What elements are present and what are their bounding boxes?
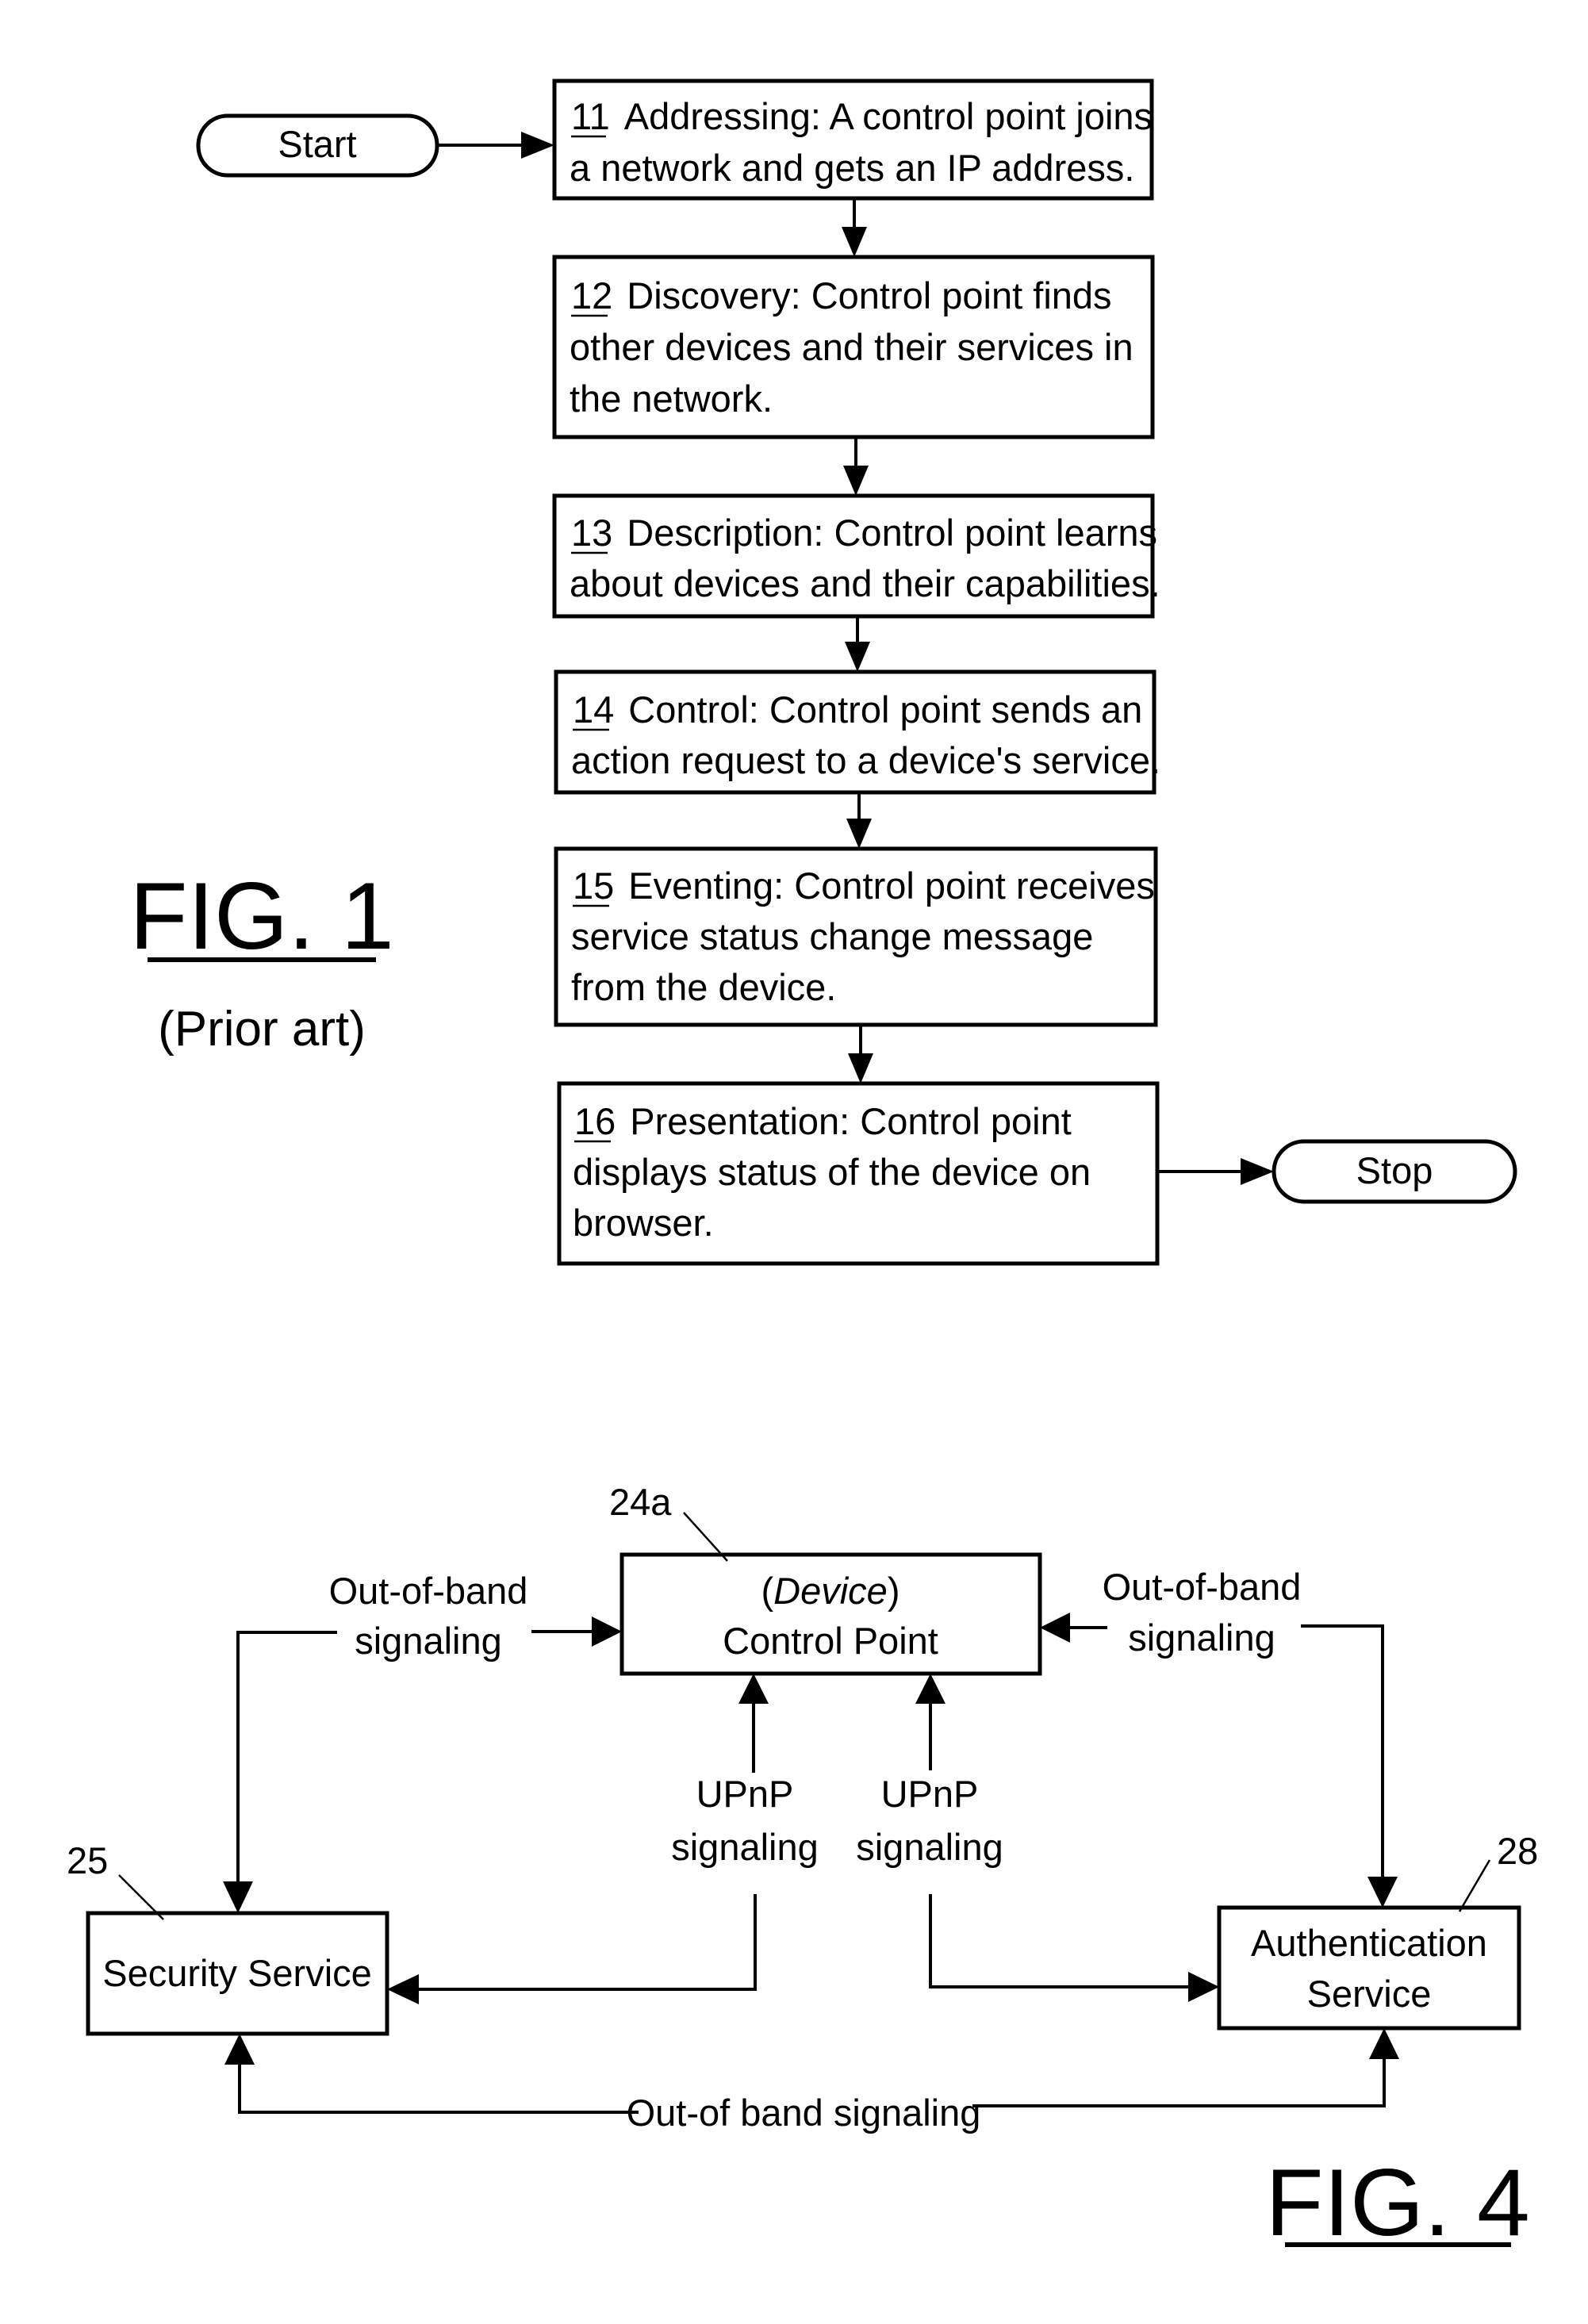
step-12-text: 12 Discovery: Control point finds [571, 274, 1112, 316]
oob-bottom-left-connector [238, 2065, 639, 2114]
step-16-text: 16 Presentation: Control point [574, 1100, 1072, 1142]
step-14-line2: action request to a device's service. [571, 739, 1160, 781]
fig1-flowchart: Start 11 Addressing: A control point join… [129, 79, 1517, 1266]
stop-label: Stop [1356, 1149, 1433, 1191]
oob-left-line2: signaling [355, 1620, 502, 1662]
oob-right-line1: Out-of-band [1103, 1566, 1302, 1608]
arrowhead-icon [1188, 1972, 1219, 2002]
fig4-title: FIG. 4 [1265, 2150, 1529, 2256]
arrowhead-icon [224, 2034, 255, 2065]
step-15-number: 15 [573, 865, 614, 907]
step-11-line2: a network and gets an IP address. [570, 147, 1134, 189]
arrowhead-icon [223, 1881, 253, 1913]
upnp-right-line2: signaling [856, 1826, 1003, 1868]
step-16-line2: displays status of the device on [573, 1151, 1091, 1193]
patent-drawing-sheet: Start 11 Addressing: A control point join… [67, 79, 1538, 2256]
arrowhead-icon [848, 1053, 873, 1083]
step-16-number: 16 [574, 1100, 616, 1142]
arrowhead-icon [521, 132, 554, 159]
security-service-box: Security Service [86, 1911, 389, 2036]
step-13-line2: about devices and their capabilities. [570, 562, 1160, 604]
arrowhead-icon [915, 1674, 946, 1704]
oob-left-connector [236, 1631, 337, 1881]
step-13-text: 13 Description: Control point learns [571, 512, 1157, 554]
arrowhead-icon [846, 819, 872, 849]
stop-terminator: Stop [1272, 1139, 1517, 1204]
oob-bottom-label: Out-of band signaling [627, 2092, 981, 2134]
arrowhead-icon [387, 1974, 419, 2004]
control-point-box: (Device) Control Point [619, 1552, 1042, 1676]
step-12-line2: other devices and their services in [570, 326, 1133, 368]
step-11-number: 11 [571, 95, 610, 137]
step-16-box: 16 Presentation: Control point displays s… [557, 1081, 1160, 1266]
control-point-line2: Control Point [723, 1620, 938, 1662]
oob-left-line1: Out-of-band [329, 1570, 528, 1612]
arrowhead-icon [842, 227, 867, 257]
oob-bottom-right-connector [972, 2059, 1386, 2107]
step-14-box: 14 Control: Control point sends an action… [554, 669, 1160, 795]
upnp-left-line2: signaling [671, 1826, 819, 1868]
arrowhead-icon [738, 1674, 769, 1704]
step-15-box: 15 Eventing: Control point receives servi… [554, 846, 1158, 1027]
step-12-line3: the network. [570, 378, 773, 420]
step-14-text: 14 Control: Control point sends an [573, 688, 1142, 731]
fig1-subtitle: (Prior art) [158, 1002, 366, 1057]
start-label: Start [278, 123, 356, 165]
step-14-number: 14 [573, 688, 614, 731]
security-service-label: Security Service [102, 1952, 372, 1994]
step-15-text: 15 Eventing: Control point receives [573, 865, 1155, 907]
arrowhead-icon [592, 1616, 622, 1647]
auth-service-ref: 28 [1497, 1830, 1538, 1872]
arrowhead-icon [1040, 1613, 1070, 1643]
control-point-line1: (Device) [761, 1570, 900, 1612]
control-point-ref: 24a [609, 1481, 672, 1523]
step-15-line3: from the device. [571, 966, 836, 1008]
auth-service-ref-leader [1458, 1859, 1491, 1912]
step-11-text: 11 Addressing: A control point joins [571, 95, 1153, 137]
arrowhead-icon [1241, 1158, 1274, 1185]
upnp-left-line1: UPnP [696, 1773, 794, 1815]
step-12-number: 12 [571, 274, 612, 316]
upnp-left-to-security-connector [419, 1894, 757, 1991]
security-service-ref: 25 [67, 1839, 108, 1881]
arrowhead-icon [1369, 2028, 1399, 2059]
auth-service-line1: Authentication [1251, 1922, 1487, 1964]
arrowhead-icon [1367, 1877, 1398, 1908]
upnp-right-to-auth-connector [929, 1894, 1188, 1988]
step-11-box: 11 Addressing: A control point joins a ne… [552, 79, 1154, 201]
arrowhead-icon [845, 642, 870, 672]
oob-right-line2: signaling [1128, 1616, 1275, 1659]
arrowhead-icon [843, 466, 869, 496]
fig1-title: FIG. 1 [129, 863, 393, 969]
fig4-diagram: (Device) Control Point 24a Security Serv… [67, 1481, 1538, 2256]
step-13-number: 13 [571, 512, 612, 554]
step-15-line2: service status change message [571, 915, 1093, 957]
step-12-box: 12 Discovery: Control point finds other d… [552, 255, 1155, 439]
upnp-right-line1: UPnP [881, 1773, 979, 1815]
authentication-service-box: Authentication Service [1217, 1905, 1521, 2031]
step-13-box: 13 Description: Control point learns abou… [552, 493, 1160, 619]
start-terminator: Start [196, 113, 439, 178]
step-16-line3: browser. [573, 1202, 714, 1244]
oob-right-connector [1301, 1624, 1384, 1877]
auth-service-line2: Service [1307, 1973, 1432, 2015]
